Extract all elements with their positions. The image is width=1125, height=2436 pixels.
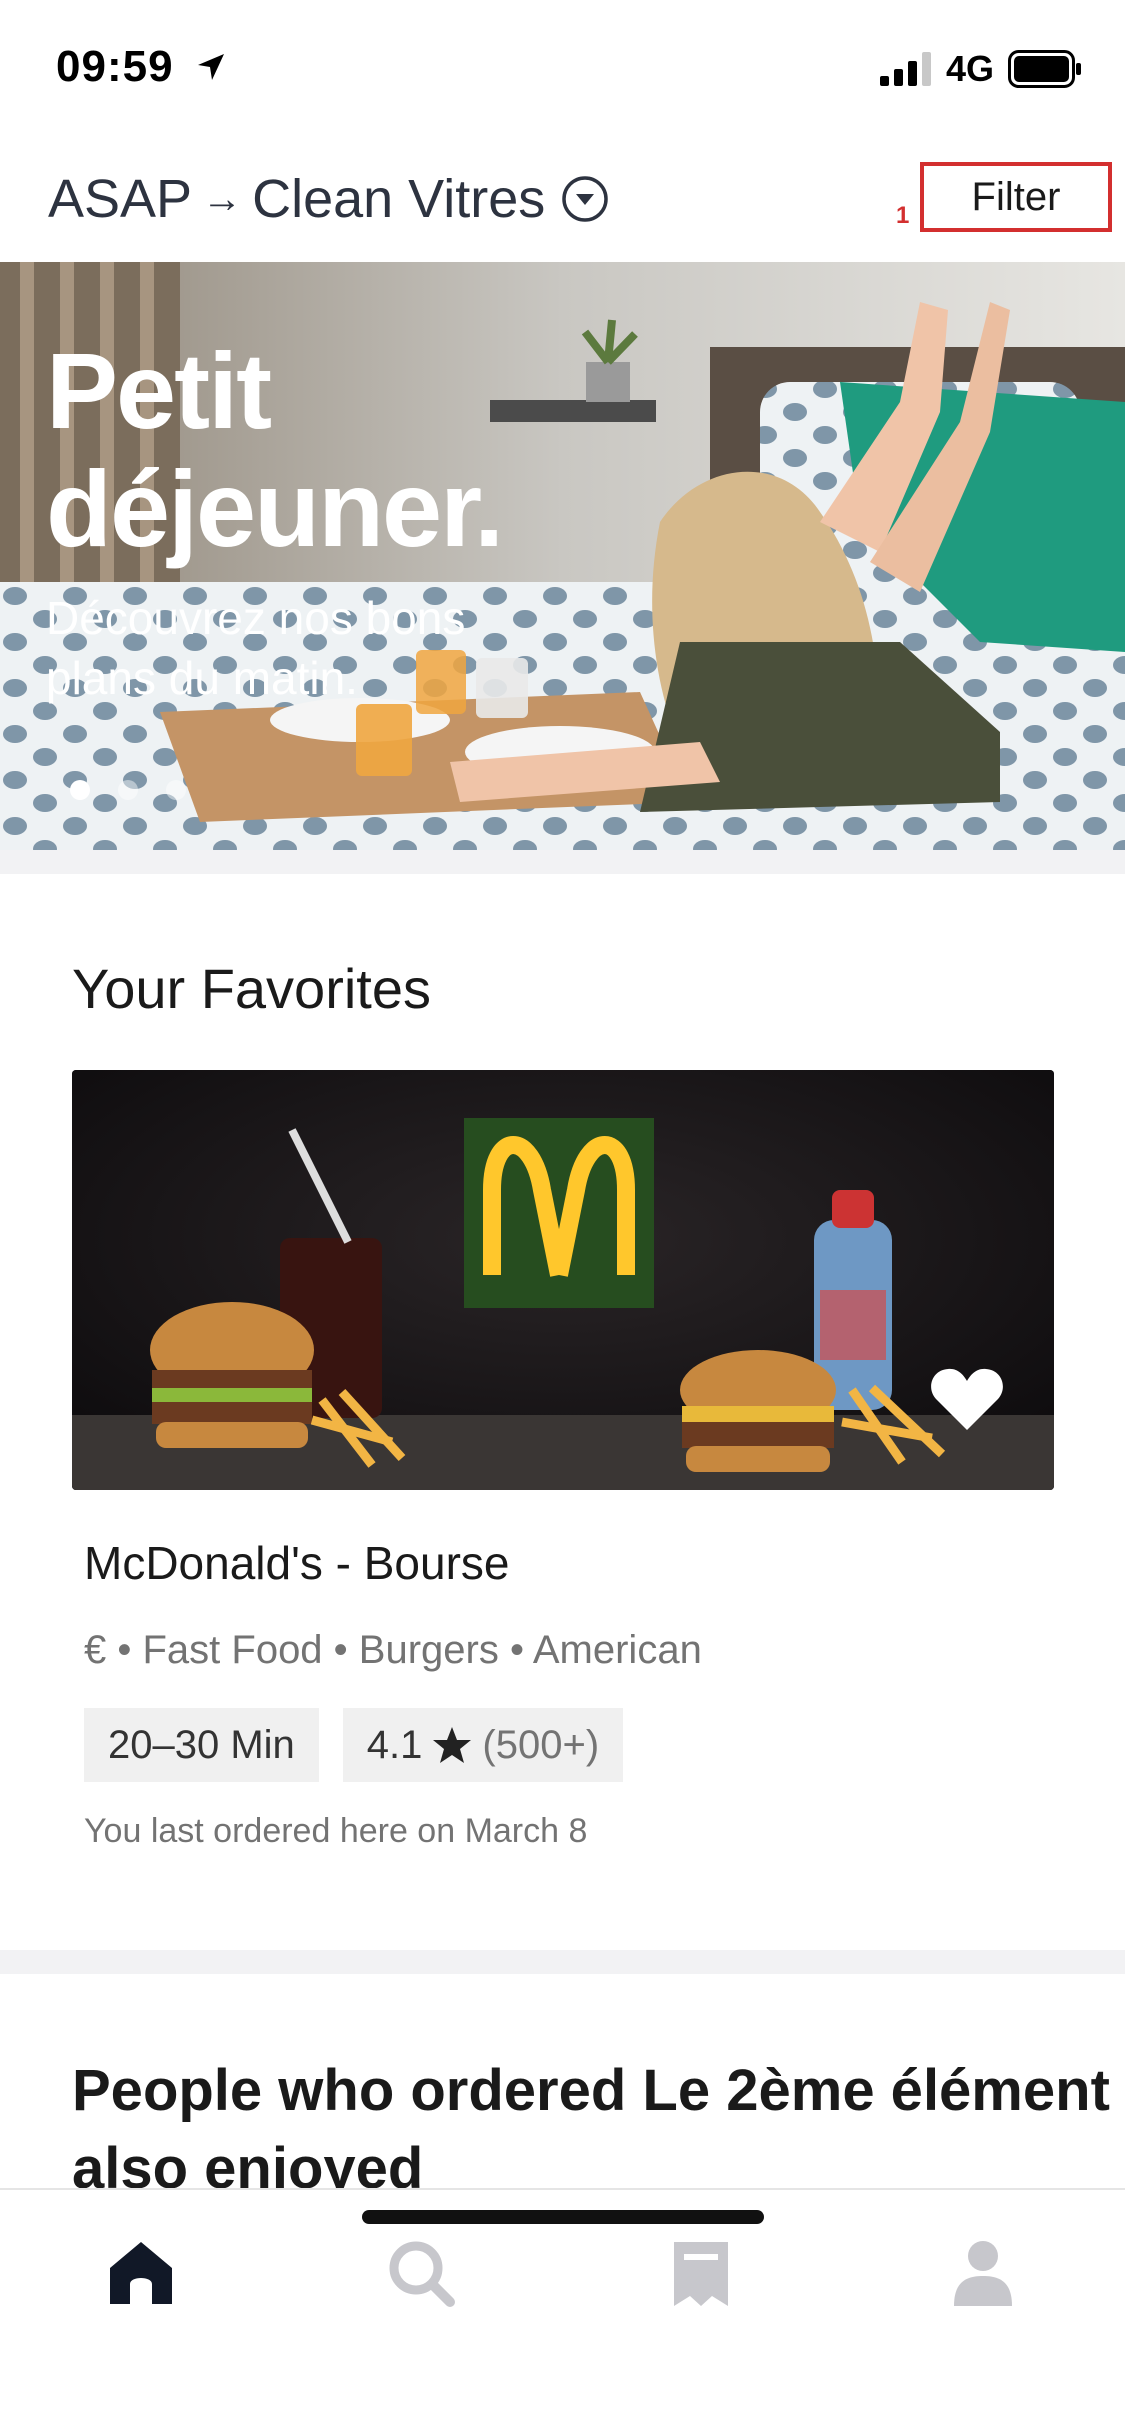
eta-badge: 20–30 Min	[84, 1708, 319, 1782]
filter-button[interactable]: Filter	[920, 162, 1112, 232]
hero-title: Petit déjeuner.	[46, 330, 504, 569]
eta-text: 20–30 Min	[108, 1722, 295, 1767]
rating-badge: 4.1 (500+)	[342, 1708, 624, 1782]
hero-subtitle: Découvrez nos bons plans du matin.	[46, 592, 466, 704]
carousel-dot[interactable]	[70, 780, 90, 800]
carousel-dots[interactable]	[70, 780, 186, 800]
status-time: 09:59	[56, 42, 174, 91]
person-icon[interactable]	[948, 2238, 1018, 2308]
status-bar: 09:59 4G	[0, 0, 1125, 140]
section-divider	[0, 1950, 1125, 1974]
search-icon[interactable]	[386, 2238, 456, 2308]
restaurant-badges: 20–30 Min 4.1 (500+)	[84, 1708, 624, 1782]
restaurant-meta: € • Fast Food • Burgers • American	[84, 1628, 702, 1672]
last-ordered-text: You last ordered here on March 8	[84, 1812, 588, 1850]
delivery-address: Clean Vitres	[252, 169, 546, 229]
nav-home[interactable]	[96, 2228, 186, 2318]
header: ASAP → Clean Vitres 1 Filter	[0, 150, 1125, 260]
arrow-icon: →	[202, 176, 243, 221]
nav-search[interactable]	[376, 2228, 466, 2318]
signal-icon	[880, 52, 931, 86]
star-icon	[433, 1727, 472, 1763]
nav-account[interactable]	[938, 2228, 1028, 2318]
home-indicator[interactable]	[362, 2210, 764, 2224]
favorite-restaurant-card[interactable]	[72, 1070, 1054, 1490]
section-divider	[0, 850, 1125, 874]
carousel-dot[interactable]	[166, 780, 186, 800]
chevron-down-icon[interactable]	[561, 175, 609, 223]
restaurant-name[interactable]: McDonald's - Bourse	[84, 1536, 510, 1590]
hero-banner[interactable]: Petit déjeuner. Découvrez nos bons plans…	[0, 262, 1125, 850]
home-icon[interactable]	[106, 2238, 176, 2308]
favorites-title: Your Favorites	[72, 957, 431, 1020]
battery-icon	[1008, 50, 1081, 88]
location-arrow-icon	[198, 54, 224, 80]
restaurant-image	[72, 1070, 1054, 1490]
receipt-icon[interactable]	[666, 2238, 736, 2308]
bottom-nav	[0, 2188, 1125, 2436]
delivery-selector[interactable]: ASAP → Clean Vitres	[48, 168, 609, 230]
delivery-time: ASAP	[48, 169, 193, 229]
recommendations-title: People who ordered Le 2ème élément also …	[72, 2058, 1110, 2201]
rating-value: 4.1	[366, 1722, 423, 1767]
heart-icon[interactable]	[930, 1366, 1004, 1432]
nav-orders[interactable]	[656, 2228, 746, 2318]
rating-count: (500+)	[482, 1722, 600, 1767]
network-type: 4G	[946, 48, 995, 89]
annotation-marker: 1	[896, 202, 910, 229]
carousel-dot[interactable]	[118, 780, 138, 800]
